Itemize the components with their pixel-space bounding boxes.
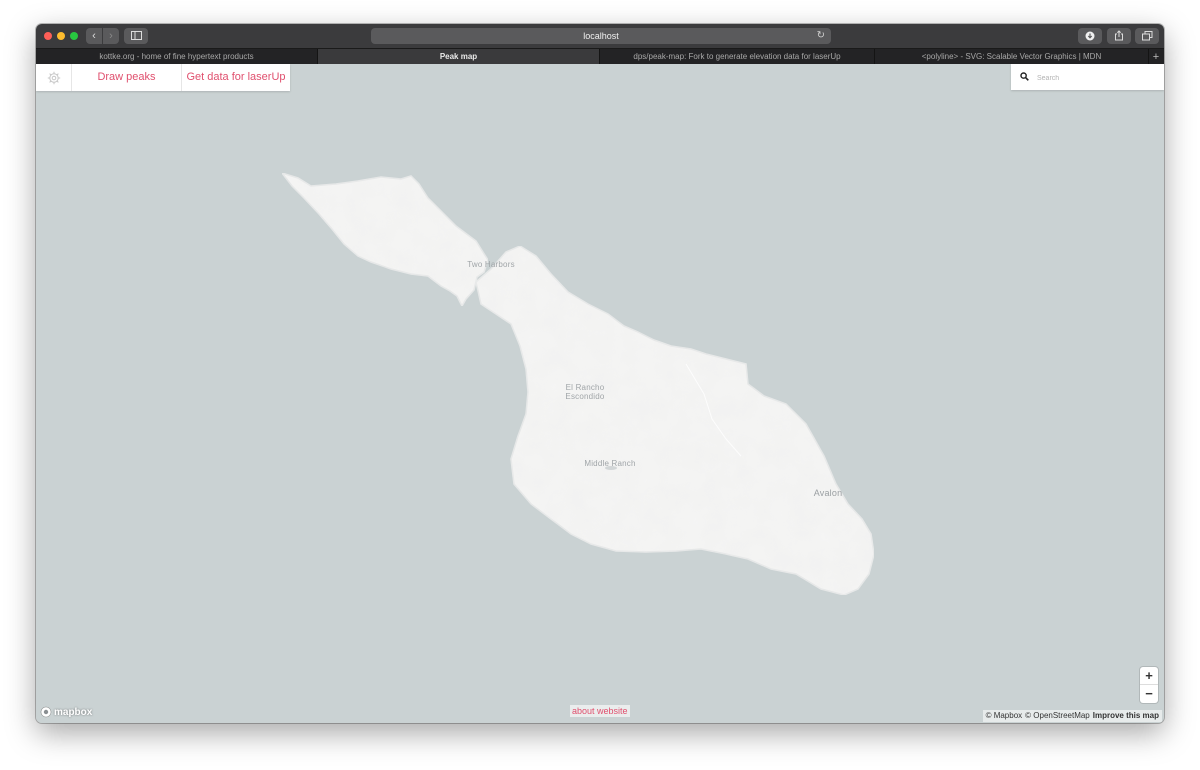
gear-icon xyxy=(47,71,60,84)
tab-github[interactable]: dps/peak-map: Fork to generate elevation… xyxy=(600,49,875,65)
place-escondido: Escondido xyxy=(565,392,605,401)
mapbox-attribution-link[interactable]: © Mapbox xyxy=(986,710,1023,722)
catalina-island xyxy=(279,171,489,308)
place-el-rancho: El Rancho xyxy=(565,383,605,392)
back-button[interactable]: ‹ xyxy=(86,28,102,44)
catalina-island-east xyxy=(475,245,875,596)
browser-window: ‹ › localhost ↻ kottke.org - home of fin… xyxy=(36,24,1164,723)
search-input[interactable] xyxy=(1035,69,1159,87)
share-button[interactable] xyxy=(1107,28,1131,44)
place-avalon: Avalon xyxy=(813,488,843,498)
mapbox-logo-text: mapbox xyxy=(54,706,93,718)
map-toolbar: Draw peaks Get data for laserUp xyxy=(36,64,290,91)
osm-attribution-link[interactable]: © OpenStreetMap xyxy=(1025,710,1090,722)
chevron-left-icon: ‹ xyxy=(92,30,96,42)
settings-button[interactable] xyxy=(36,64,72,91)
search-icon xyxy=(1020,72,1029,81)
zoom-control: + − xyxy=(1140,667,1158,703)
chevron-right-icon: › xyxy=(109,30,113,42)
reload-icon[interactable]: ↻ xyxy=(817,28,825,44)
close-window-button[interactable] xyxy=(44,32,52,40)
place-two-harbors: Two Harbors xyxy=(467,260,515,269)
improve-map-link[interactable]: Improve this map xyxy=(1093,710,1159,722)
map-canvas[interactable]: Two Harbors El Rancho Escondido Middle R… xyxy=(36,64,1164,723)
download-icon xyxy=(1085,31,1095,41)
place-middle-ranch: Middle Ranch xyxy=(584,459,636,468)
url-text: localhost xyxy=(583,31,619,41)
search-box xyxy=(1011,64,1164,90)
mapbox-logo[interactable]: mapbox xyxy=(40,705,92,719)
zoom-out-button[interactable]: − xyxy=(1140,685,1158,703)
tab-overview-button[interactable] xyxy=(1135,28,1159,44)
tab-mdn[interactable]: <polyline> - SVG: Scalable Vector Graphi… xyxy=(875,49,1149,65)
share-icon xyxy=(1115,30,1123,41)
zoom-in-button[interactable]: + xyxy=(1140,667,1158,685)
tab-bar: kottke.org - home of fine hypertext prod… xyxy=(36,48,1164,65)
about-website-link[interactable]: about website xyxy=(570,705,630,717)
tab-peak-map[interactable]: Peak map xyxy=(318,49,600,65)
minimize-window-button[interactable] xyxy=(57,32,65,40)
maximize-window-button[interactable] xyxy=(70,32,78,40)
sidebar-icon xyxy=(130,31,142,40)
draw-peaks-button[interactable]: Draw peaks xyxy=(72,64,182,91)
title-bar: ‹ › localhost ↻ xyxy=(36,24,1164,48)
new-tab-button[interactable]: + xyxy=(1148,49,1164,65)
address-bar[interactable]: localhost ↻ xyxy=(371,28,831,44)
mapbox-logo-icon xyxy=(40,706,52,718)
downloads-button[interactable] xyxy=(1078,28,1102,44)
tab-kottke[interactable]: kottke.org - home of fine hypertext prod… xyxy=(36,49,318,65)
map-attribution: © Mapbox © OpenStreetMap Improve this ma… xyxy=(982,710,1162,722)
tabs-icon xyxy=(1141,31,1152,41)
get-data-button[interactable]: Get data for laserUp xyxy=(182,64,290,91)
sidebar-toggle-button[interactable] xyxy=(124,28,148,44)
forward-button[interactable]: › xyxy=(103,28,119,44)
